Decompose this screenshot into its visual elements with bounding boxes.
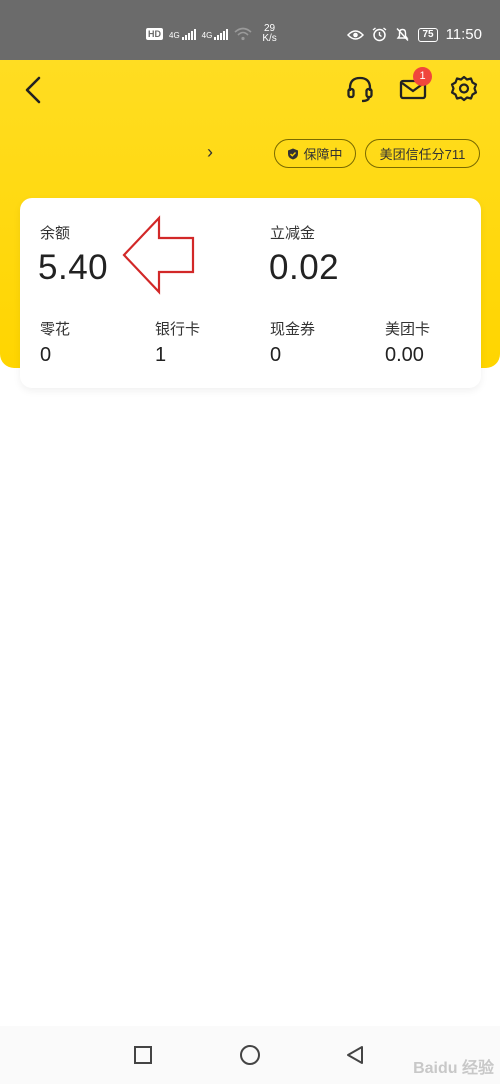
- item-label-meituan-card: 美团卡: [385, 321, 431, 338]
- signal-1: 4G: [169, 28, 196, 40]
- guard-badge[interactable]: 保障中: [274, 139, 356, 168]
- status-right: 75 11:50: [347, 26, 482, 43]
- network-speed: 29 K/s: [262, 24, 276, 44]
- signal-2: 4G: [201, 28, 229, 40]
- alarm-icon: [373, 27, 387, 42]
- guard-label: 保障中: [303, 147, 343, 162]
- headset-icon[interactable]: [345, 74, 375, 104]
- account-chevron[interactable]: ›: [207, 142, 213, 163]
- hd-badge: HD: [146, 28, 163, 40]
- battery-indicator: 75: [418, 27, 438, 42]
- discount-label: 立减金: [270, 225, 316, 242]
- clock: 11:50: [445, 26, 482, 43]
- network-type-2: 4G: [201, 30, 213, 40]
- signal-bars-icon: [181, 28, 196, 40]
- circle-icon[interactable]: [238, 1043, 262, 1067]
- item-value-coupon[interactable]: 0: [270, 344, 281, 367]
- watermark: Baidu 经验: [413, 1060, 494, 1077]
- eye-icon: [347, 29, 365, 40]
- speed-unit: K/s: [262, 33, 277, 44]
- credit-score-badge[interactable]: 美团信任分711: [365, 139, 480, 168]
- status-left: HD 4G 4G 29 K/s: [146, 24, 277, 44]
- back-icon[interactable]: [20, 75, 46, 105]
- shield-icon: [288, 148, 299, 159]
- status-bar: HD 4G 4G 29 K/s 75 11:50: [0, 0, 500, 60]
- item-label-bank-card: 银行卡: [155, 321, 201, 338]
- balance-card: 余额 5.40 立减金 0.02 零花 0 银行卡 1 现金券 0 美团卡 0.…: [20, 198, 481, 388]
- annotation-arrow-icon: [122, 215, 195, 295]
- network-type-1: 4G: [169, 30, 180, 40]
- item-value-pocket[interactable]: 0: [40, 344, 51, 367]
- gear-icon[interactable]: [449, 74, 479, 104]
- square-icon[interactable]: [131, 1043, 155, 1067]
- mail-badge: 1: [413, 67, 432, 86]
- credit-score-label: 美团信任分711: [379, 147, 466, 162]
- balance-value[interactable]: 5.40: [38, 248, 108, 288]
- item-value-bank-card[interactable]: 1: [155, 344, 166, 367]
- mute-bell-icon: [396, 28, 409, 41]
- wifi-icon: [234, 27, 252, 41]
- item-label-coupon: 现金券: [270, 321, 316, 338]
- item-value-meituan-card[interactable]: 0.00: [385, 344, 424, 367]
- discount-value[interactable]: 0.02: [269, 248, 339, 288]
- balance-label: 余额: [40, 225, 71, 242]
- triangle-back-icon[interactable]: [343, 1043, 367, 1067]
- signal-bars-icon: [214, 28, 229, 40]
- system-nav-bar: Baidu 经验: [0, 1026, 500, 1084]
- item-label-pocket: 零花: [40, 321, 71, 338]
